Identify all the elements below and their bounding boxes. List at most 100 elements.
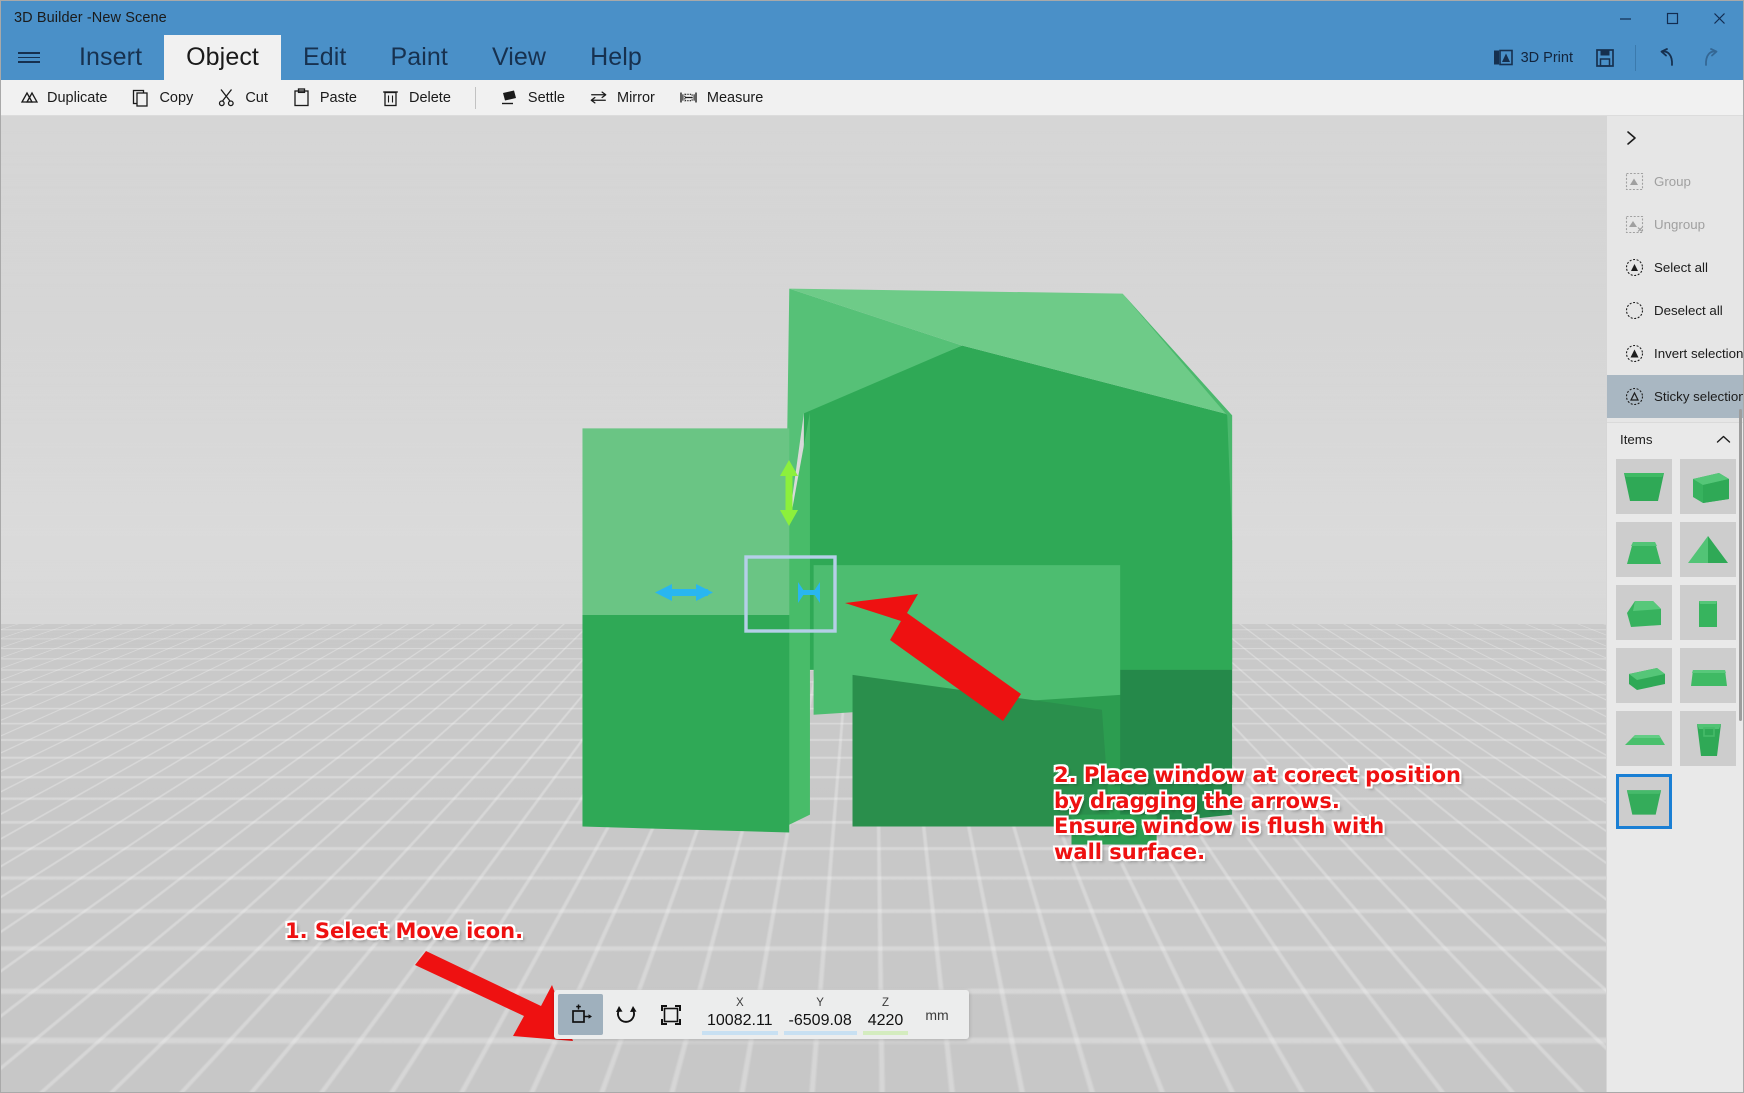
item-thumbnail[interactable] <box>1616 585 1672 640</box>
delete-icon <box>381 88 400 107</box>
close-button[interactable] <box>1696 1 1743 35</box>
object-command-bar: Duplicate Copy Cut Paste Delete Settle M… <box>1 80 1743 116</box>
coordinate-z-value[interactable]: 4220 <box>863 1011 909 1031</box>
move-tool-button[interactable] <box>558 994 603 1035</box>
copy-button[interactable]: Copy <box>119 82 205 113</box>
tab-paint[interactable]: Paint <box>368 35 469 80</box>
measure-button[interactable]: Measure <box>667 82 775 113</box>
chevron-up-icon[interactable] <box>1716 434 1731 445</box>
rotate-tool-button[interactable] <box>603 994 648 1035</box>
3d-print-button[interactable]: 3D Print <box>1482 39 1584 76</box>
command-separator <box>474 86 476 109</box>
sidebar-item-sticky-selection-label: Sticky selection <box>1654 389 1744 404</box>
item-thumbnail[interactable] <box>1616 522 1672 577</box>
sidebar-item-ungroup[interactable]: Ungroup <box>1607 203 1743 246</box>
3d-viewport[interactable]: 1. Select Move icon. 2. Place window at … <box>1 116 1743 1092</box>
sidebar-item-select-all[interactable]: Select all <box>1607 246 1743 289</box>
delete-button[interactable]: Delete <box>369 82 463 113</box>
sidebar-item-select-all-label: Select all <box>1654 260 1708 275</box>
measure-icon <box>679 88 698 107</box>
items-panel-title: Items <box>1620 431 1653 447</box>
undo-button[interactable] <box>1645 39 1689 76</box>
item-thumbnail[interactable] <box>1616 459 1672 514</box>
item-thumbnail[interactable] <box>1616 648 1672 703</box>
ribbon-separator <box>1635 44 1636 71</box>
title-bar: 3D Builder -New Scene <box>1 1 1743 35</box>
move-icon <box>571 1004 592 1023</box>
tab-view[interactable]: View <box>470 35 568 80</box>
items-thumbnail-grid[interactable] <box>1607 455 1743 1092</box>
duplicate-label: Duplicate <box>47 89 108 106</box>
panel-expand-button[interactable] <box>1607 116 1743 160</box>
coordinate-y-value[interactable]: -6509.08 <box>784 1011 857 1031</box>
item-thumbnail[interactable] <box>1680 648 1736 703</box>
paste-button[interactable]: Paste <box>280 82 369 113</box>
minimize-button[interactable] <box>1602 1 1649 35</box>
maximize-button[interactable] <box>1649 1 1696 35</box>
coordinate-x[interactable]: X 10082.11 <box>702 995 778 1035</box>
tab-object[interactable]: Object <box>164 35 281 80</box>
item-thumbnail[interactable] <box>1680 711 1736 766</box>
coordinate-x-value[interactable]: 10082.11 <box>702 1011 778 1031</box>
item-thumbnail[interactable] <box>1680 522 1736 577</box>
model-step <box>1071 814 1157 845</box>
copy-label: Copy <box>159 89 194 106</box>
mirror-button[interactable]: Mirror <box>577 82 667 113</box>
items-scrollbar[interactable] <box>1738 116 1743 1092</box>
sidebar-item-group-label: Group <box>1654 174 1691 189</box>
select-all-icon <box>1624 258 1644 278</box>
duplicate-icon <box>19 88 38 107</box>
item-thumbnail[interactable] <box>1680 585 1736 640</box>
coordinate-z-underline <box>862 1030 909 1035</box>
undo-icon <box>1656 47 1678 69</box>
3d-print-icon <box>1493 48 1513 67</box>
rotate-icon <box>615 1005 636 1023</box>
object-side-panel: Group Ungroup Select all Deselect all In… <box>1606 116 1743 1092</box>
hamburger-menu-icon[interactable] <box>1 35 57 80</box>
tab-insert[interactable]: Insert <box>57 35 164 80</box>
ungroup-icon <box>1624 215 1644 235</box>
save-button[interactable] <box>1584 39 1626 76</box>
transform-toolbar: X 10082.11 Y -6509.08 Z 4220 mm <box>554 990 969 1039</box>
coordinate-z[interactable]: Z 4220 <box>862 995 909 1035</box>
green-house-model[interactable] <box>1 116 1743 1092</box>
sidebar-item-deselect-all-label: Deselect all <box>1654 303 1723 318</box>
cut-button[interactable]: Cut <box>205 82 280 113</box>
ribbon-right-actions: 3D Print <box>1482 35 1743 80</box>
window-controls <box>1602 1 1743 35</box>
coordinate-fields: X 10082.11 Y -6509.08 Z 4220 mm <box>693 995 965 1035</box>
delete-label: Delete <box>408 89 451 106</box>
sidebar-item-group[interactable]: Group <box>1607 160 1743 203</box>
app-window: 3D Builder -New Scene Insert Object Edit… <box>0 0 1744 1093</box>
tab-edit[interactable]: Edit <box>281 35 368 80</box>
sticky-selection-icon <box>1624 387 1644 407</box>
sidebar-item-sticky-selection[interactable]: Sticky selection <box>1607 375 1743 418</box>
coordinate-x-underline <box>702 1030 778 1035</box>
coordinate-z-label: Z <box>882 996 890 1009</box>
model-wing-top <box>582 428 790 615</box>
cut-icon <box>217 88 236 107</box>
sidebar-item-ungroup-label: Ungroup <box>1654 217 1706 232</box>
paste-icon <box>292 88 311 107</box>
items-panel-header[interactable]: Items <box>1607 423 1743 455</box>
measure-label: Measure <box>706 89 764 106</box>
mirror-label: Mirror <box>617 89 655 106</box>
cut-label: Cut <box>245 89 268 106</box>
item-thumbnail[interactable] <box>1616 711 1672 766</box>
coordinate-y-label: Y <box>816 996 824 1009</box>
paste-label: Paste <box>319 89 357 106</box>
item-thumbnail-selected[interactable] <box>1616 774 1672 829</box>
sidebar-item-deselect-all[interactable]: Deselect all <box>1607 289 1743 332</box>
settle-label: Settle <box>527 89 565 106</box>
sidebar-item-invert-selection-label: Invert selection <box>1654 346 1744 361</box>
sidebar-item-invert-selection[interactable]: Invert selection <box>1607 332 1743 375</box>
coordinate-unit: mm <box>925 1006 949 1023</box>
coordinate-y[interactable]: Y -6509.08 <box>783 995 857 1035</box>
settle-button[interactable]: Settle <box>488 82 577 113</box>
duplicate-button[interactable]: Duplicate <box>7 82 119 113</box>
redo-button[interactable] <box>1689 39 1733 76</box>
tab-help[interactable]: Help <box>568 35 664 80</box>
items-scrollbar-thumb[interactable] <box>1739 408 1742 722</box>
scale-tool-button[interactable] <box>648 994 693 1035</box>
item-thumbnail[interactable] <box>1680 459 1736 514</box>
